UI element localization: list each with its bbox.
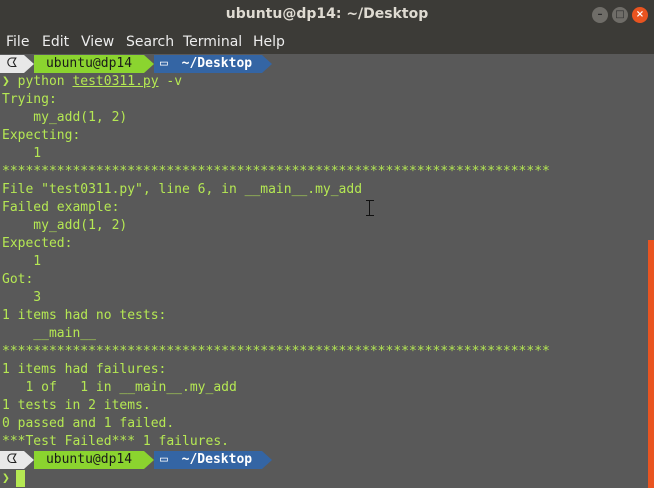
close-icon[interactable]: ×: [632, 7, 648, 23]
output-line: 1 tests in 2 items.: [2, 398, 151, 413]
prompt-user-host: ubuntu@dp14: [34, 55, 144, 73]
menu-file[interactable]: File: [6, 34, 29, 50]
prompt-dir-text: ~/Desktop: [181, 56, 253, 71]
terminal-area[interactable]: ᗧ ubuntu@dp14 ▭ ~/Desktop ❯ python test0…: [0, 54, 648, 488]
prompt-bar: ᗧ ubuntu@dp14 ▭ ~/Desktop: [0, 55, 280, 73]
output-line: 1: [2, 146, 42, 161]
output-line: my_add(1, 2): [2, 110, 128, 125]
output-line: Trying:: [2, 92, 57, 107]
output-line: 3: [2, 290, 42, 305]
terminal-window: ubuntu@dp14: ~/Desktop – □ × File Edit V…: [0, 0, 654, 488]
ibeam-cursor-icon: [366, 200, 374, 216]
output-line: 1 of 1 in __main__.my_add: [2, 380, 237, 395]
prompt-caret: ❯: [2, 74, 10, 89]
command-line: ❯ python test0311.py -v: [2, 73, 182, 91]
output-line: 1: [2, 254, 42, 269]
maximize-icon[interactable]: □: [612, 7, 628, 23]
menu-terminal[interactable]: Terminal: [183, 34, 242, 50]
separator-line: ****************************************…: [2, 164, 550, 179]
title-bar[interactable]: ubuntu@dp14: ~/Desktop – □ ×: [0, 0, 654, 30]
output-line: File "test0311.py", line 6, in __main__.…: [2, 182, 363, 197]
prompt-directory: ▭ ~/Desktop: [154, 451, 262, 469]
os-icon: ᗧ: [0, 451, 24, 469]
command-program: python: [17, 74, 65, 89]
output-line: 1 items had failures:: [2, 362, 167, 377]
prompt-bar: ᗧ ubuntu@dp14 ▭ ~/Desktop: [0, 451, 280, 469]
prompt-user-host: ubuntu@dp14: [34, 451, 144, 469]
folder-icon: ▭: [160, 56, 168, 71]
scrollbar[interactable]: [648, 54, 654, 488]
prompt-dir-text: ~/Desktop: [181, 452, 253, 467]
minimize-icon[interactable]: –: [592, 7, 608, 23]
prompt-caret: ❯: [2, 471, 10, 486]
window-title: ubuntu@dp14: ~/Desktop: [225, 6, 429, 22]
output-line: __main__: [2, 326, 96, 341]
text-cursor: [16, 470, 25, 487]
output-line: ***Test Failed*** 1 failures.: [2, 434, 229, 449]
command-flag: -v: [166, 74, 183, 89]
output-line: 0 passed and 1 failed.: [2, 416, 175, 431]
scrollbar-thumb[interactable]: [648, 240, 654, 488]
output-line: 1 items had no tests:: [2, 308, 167, 323]
input-line[interactable]: ❯: [2, 470, 10, 488]
command-file: test0311.py: [72, 74, 159, 89]
folder-icon: ▭: [160, 452, 168, 467]
prompt-directory: ▭ ~/Desktop: [154, 55, 262, 73]
output-line: Expected:: [2, 236, 73, 251]
output-line: Expecting:: [2, 128, 81, 143]
output-line: Failed example:: [2, 200, 120, 215]
os-icon: ᗧ: [0, 55, 24, 73]
separator-line: ****************************************…: [2, 344, 550, 359]
menu-view[interactable]: View: [81, 34, 114, 50]
output-line: Got:: [2, 272, 34, 287]
menu-search[interactable]: Search: [126, 34, 174, 50]
menu-bar: File Edit View Search Terminal Help: [0, 30, 654, 54]
menu-edit[interactable]: Edit: [42, 34, 69, 50]
output-line: my_add(1, 2): [2, 218, 128, 233]
menu-help[interactable]: Help: [253, 34, 285, 50]
